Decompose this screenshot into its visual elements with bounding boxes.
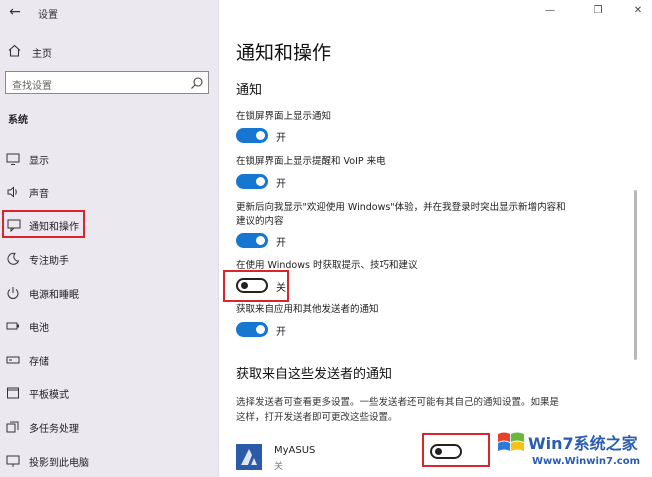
- sidebar-item-project[interactable]: 投影到此电脑: [1, 447, 211, 473]
- battery-icon: [6, 318, 20, 332]
- senders-heading: 获取来自这些发送者的通知: [236, 367, 393, 382]
- storage-icon: [6, 352, 20, 366]
- toggle-switch-lockscreen-notifications[interactable]: [236, 128, 268, 143]
- moon-icon: [6, 251, 20, 265]
- sidebar-item-label: 声音: [29, 189, 49, 200]
- toggle-knob: [256, 177, 265, 186]
- toggle-knob: [256, 236, 265, 245]
- toggle-switch-myasus[interactable]: [430, 444, 462, 459]
- setting-label-lockscreen-reminders: 在锁屏界面上显示提醒和 VoIP 来电: [236, 156, 386, 167]
- sidebar-item-label: 存储: [29, 357, 49, 368]
- sidebar-item-label: 电源和睡眠: [29, 290, 79, 301]
- search-placeholder: 查找设置: [12, 81, 52, 92]
- sidebar-item-label: 平板模式: [29, 390, 69, 401]
- setting-label-app-notifications: 获取来自应用和其他发送者的通知: [236, 304, 379, 315]
- minimize-icon[interactable]: —: [542, 4, 558, 18]
- sidebar-item-tablet-mode[interactable]: 平板模式: [1, 379, 211, 405]
- sidebar-item-sound[interactable]: 声音: [1, 178, 211, 204]
- setting-label-lockscreen-notifications: 在锁屏界面上显示通知: [236, 111, 332, 122]
- speaker-icon: [6, 184, 20, 198]
- search-icon[interactable]: [190, 75, 204, 89]
- sidebar-item-power[interactable]: 电源和睡眠: [1, 279, 211, 305]
- sidebar-item-storage[interactable]: 存储: [1, 346, 211, 372]
- sidebar-item-notifications[interactable]: 通知和操作: [2, 210, 85, 238]
- window-title: 设置: [38, 10, 58, 21]
- section-label-system: 系统: [8, 115, 28, 126]
- sender-app-state: 关: [274, 462, 284, 472]
- sidebar-item-label: 专注助手: [29, 256, 69, 267]
- toggle-state-text: 开: [276, 179, 286, 190]
- sidebar-item-display[interactable]: 显示: [1, 145, 211, 171]
- main-panel: — ❐ ✕ 通知和操作 通知 在锁屏界面上显示通知 开 在锁屏界面上显示提醒和 …: [220, 0, 652, 477]
- windows-flag-logo: [498, 432, 524, 451]
- home-label: 主页: [32, 49, 52, 60]
- toggle-row-tips-tricks: 关: [236, 276, 316, 296]
- toggle-state-text: 开: [276, 133, 286, 144]
- toggle-row-lockscreen-notifications: 开: [236, 126, 316, 146]
- sender-row-myasus[interactable]: MyASUS 关: [236, 442, 436, 472]
- toggle-knob: [256, 325, 265, 334]
- toggle-row-app-notifications: 开: [236, 320, 316, 340]
- home-icon: [8, 44, 22, 58]
- toggle-state-text: 开: [276, 238, 286, 249]
- home-nav[interactable]: 主页: [4, 42, 204, 62]
- notification-icon: [7, 217, 21, 233]
- sidebar: ← 设置 主页 查找设置 系统 显示 声音 通知和操作 专注助手 电源和睡眠 电…: [0, 0, 219, 477]
- toggle-knob: [435, 448, 442, 455]
- setting-label-welcome-experience: 更新后向我显示"欢迎使用 Windows"体验，并在我登录时突出显示新增内容和建…: [236, 202, 566, 227]
- tablet-icon: [6, 385, 20, 399]
- multitask-icon: [6, 419, 20, 433]
- toggle-switch-app-notifications[interactable]: [236, 322, 268, 337]
- sidebar-item-focus-assist[interactable]: 专注助手: [1, 245, 211, 271]
- watermark: Win7系统之家 Www.Winwin7.com: [492, 426, 650, 474]
- toggle-knob: [256, 131, 265, 140]
- monitor-icon: [6, 151, 20, 165]
- sidebar-item-battery[interactable]: 电池: [1, 312, 211, 338]
- myasus-app-icon: [236, 444, 262, 470]
- toggle-switch-welcome-experience[interactable]: [236, 233, 268, 248]
- toggle-state-text: 关: [276, 283, 286, 294]
- toggle-row-lockscreen-reminders: 开: [236, 172, 316, 192]
- toggle-knob: [241, 282, 248, 289]
- notifications-heading: 通知: [236, 83, 263, 98]
- close-icon[interactable]: ✕: [630, 4, 646, 18]
- sender-app-name: MyASUS: [274, 445, 316, 456]
- titlebar-left: ← 设置: [0, 0, 219, 24]
- toggle-state-text: 开: [276, 327, 286, 338]
- toggle-switch-lockscreen-reminders[interactable]: [236, 174, 268, 189]
- watermark-url: Www.Winwin7.com: [532, 456, 641, 467]
- sidebar-item-label: 多任务处理: [29, 424, 79, 435]
- power-icon: [6, 285, 20, 299]
- page-title: 通知和操作: [236, 42, 332, 64]
- sidebar-item-multitasking[interactable]: 多任务处理: [1, 413, 211, 439]
- scrollbar[interactable]: [634, 190, 637, 360]
- project-icon: [6, 453, 20, 467]
- senders-description: 选择发送者可查看更多设置。一些发送者还可能有其自己的通知设置。如果是这样，打开发…: [236, 397, 560, 423]
- toggle-row-welcome-experience: 开: [236, 231, 316, 251]
- sidebar-item-label: 投影到此电脑: [29, 458, 89, 469]
- restore-icon[interactable]: ❐: [590, 4, 606, 18]
- sidebar-item-label: 显示: [29, 156, 49, 167]
- watermark-brand: Win7系统之家: [528, 434, 638, 453]
- window-controls: — ❐ ✕: [532, 0, 652, 24]
- back-arrow-icon[interactable]: ←: [6, 4, 24, 20]
- sidebar-item-label: 通知和操作: [29, 222, 79, 233]
- toggle-switch-tips-tricks[interactable]: [236, 278, 268, 293]
- search-input[interactable]: 查找设置: [5, 71, 209, 94]
- sidebar-item-label: 电池: [29, 323, 49, 334]
